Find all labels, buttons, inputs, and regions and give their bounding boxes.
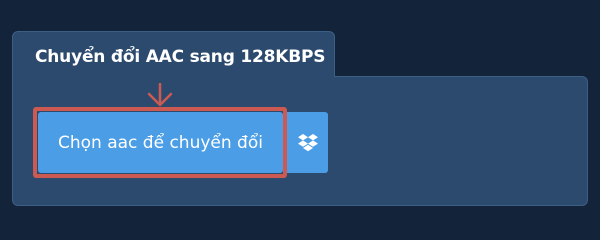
converter-tab-title: Chuyển đổi AAC sang 128KBPS (35, 47, 326, 67)
tab-joint (13, 75, 334, 78)
choose-file-button[interactable]: Chọn aac để chuyển đổi (38, 112, 283, 173)
choose-file-button-label: Chọn aac để chuyển đổi (58, 132, 263, 153)
dropbox-button[interactable] (287, 112, 328, 173)
arrow-down-icon (147, 83, 173, 107)
converter-tab: Chuyển đổi AAC sang 128KBPS (12, 31, 335, 77)
dropbox-icon (297, 133, 318, 151)
